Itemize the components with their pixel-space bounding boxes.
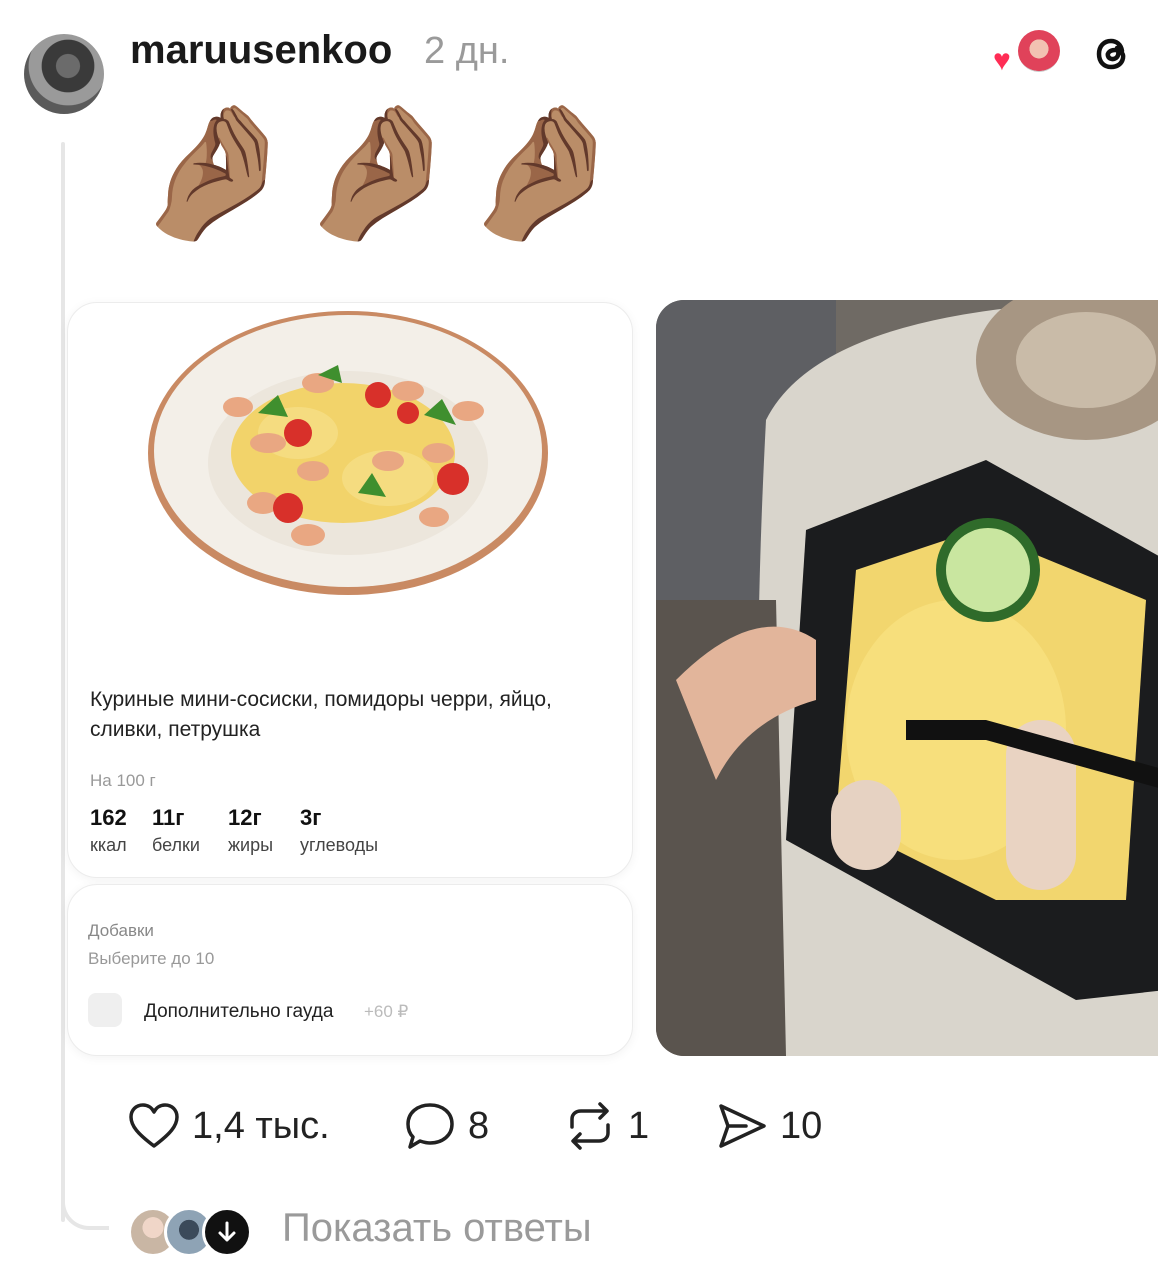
heart-badge-icon: ♥: [993, 44, 1011, 77]
nutrition-fat: 12г жиры: [228, 805, 273, 856]
comment-button[interactable]: 8: [404, 1100, 489, 1152]
send-icon: [719, 1104, 766, 1148]
threads-logo-icon[interactable]: [1088, 30, 1136, 78]
addon-checkbox[interactable]: [88, 993, 122, 1027]
like-count: 1,4 тыс.: [192, 1104, 330, 1147]
share-count: 10: [780, 1104, 823, 1147]
repost-icon: [570, 1102, 610, 1150]
repost-count: 1: [628, 1104, 650, 1147]
author-avatar[interactable]: [24, 34, 104, 114]
nutrition-label: углеводы: [300, 835, 379, 855]
comment-bubble-icon: [406, 1103, 454, 1149]
media-photo[interactable]: [656, 300, 1158, 1056]
pinched-fingers-emoji-1: 🤌🏽: [132, 98, 297, 245]
show-replies-link[interactable]: Показать ответы: [282, 1206, 592, 1251]
heart-icon: [129, 1103, 179, 1148]
arrow-down-icon: [218, 1221, 236, 1242]
nutrition-label: белки: [152, 835, 200, 855]
nutrition-protein: 11г белки: [152, 805, 200, 856]
pinched-fingers-emoji-3: 🤌🏽: [460, 98, 625, 245]
addons-title: Добавки: [88, 921, 154, 940]
nutrition-value: 162: [90, 805, 127, 830]
reply-more-avatar: [202, 1207, 252, 1257]
nutrition-carbs: 3г углеводы: [300, 805, 378, 856]
media-addons-card[interactable]: Добавки Выберите до 10 Дополнительно гау…: [67, 884, 633, 1056]
dish-description: Куриные мини-сосиски, помидоры черри, яй…: [90, 688, 552, 741]
addons-subtitle: Выберите до 10: [88, 949, 215, 968]
nutrition-label: ккал: [90, 835, 127, 855]
repost-button[interactable]: 1: [564, 1100, 649, 1152]
omelette-box-photo: [656, 300, 1158, 1056]
post-emoji-text: 🤌🏽🤌🏽🤌🏽: [132, 106, 624, 238]
nutrition-label: жиры: [228, 835, 274, 855]
liked-by-avatar[interactable]: [1018, 30, 1060, 72]
nutrition-calories: 162 ккал: [90, 805, 127, 856]
addon-label: Дополнительно гауда: [144, 1001, 334, 1022]
thread-line-curve: [61, 1190, 109, 1230]
thread-line: [61, 142, 65, 1222]
addon-price: +60 ₽: [364, 1002, 409, 1021]
media-product-card[interactable]: Куриные мини-сосиски, помидоры черри, яй…: [67, 302, 633, 878]
nutrition-value: 3г: [300, 805, 322, 830]
post-time: 2 дн.: [424, 30, 510, 72]
dish-image: [148, 311, 548, 595]
nutrition-value: 12г: [228, 805, 262, 830]
share-button[interactable]: 10: [716, 1100, 822, 1152]
username[interactable]: maruusenkoo: [130, 28, 392, 73]
like-button[interactable]: 1,4 тыс.: [128, 1100, 330, 1152]
pinched-fingers-emoji-2: 🤌🏽: [296, 98, 461, 245]
nutrition-value: 11г: [152, 805, 185, 830]
comment-count: 8: [468, 1104, 490, 1147]
per-100g-label: На 100 г: [90, 771, 156, 790]
